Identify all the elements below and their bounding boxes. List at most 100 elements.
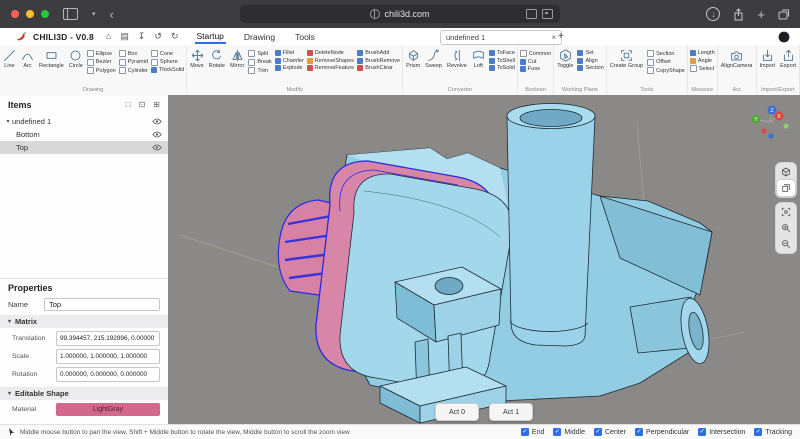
ribbon-button-cut[interactable]: Cut — [520, 59, 551, 65]
maximize-window-button[interactable] — [41, 10, 49, 18]
name-input[interactable] — [44, 298, 160, 311]
ribbon-button-offset[interactable]: Offset — [647, 59, 685, 66]
ribbon-button-fillet[interactable]: Fillet — [275, 50, 304, 56]
duplicate-icon[interactable]: ⊡ — [139, 101, 146, 109]
fit-view-icon[interactable] — [777, 204, 795, 220]
ribbon-button-brushadd[interactable]: BrushAdd — [357, 50, 400, 56]
matrix-section-header[interactable]: ▾ Matrix — [0, 315, 168, 328]
ribbon-button-section[interactable]: Section — [647, 50, 685, 57]
expand-icon[interactable]: ⊞ — [153, 101, 160, 109]
back-button[interactable]: ‹ — [110, 8, 114, 21]
ribbon-button-import[interactable]: Import — [759, 47, 777, 69]
viewport-3d[interactable]: ZXY — [168, 95, 800, 424]
shaded-icon[interactable] — [777, 180, 795, 196]
ribbon-button-trim[interactable]: Trim — [248, 67, 271, 74]
ribbon-button-chamfer[interactable]: Chamfer — [275, 58, 304, 64]
ribbon-button-sweep[interactable]: Sweep — [424, 47, 443, 69]
save-icon[interactable]: ↧ — [138, 32, 146, 41]
checkbox-icon[interactable]: ✓ — [553, 428, 561, 436]
wireframe-icon[interactable] — [777, 164, 795, 180]
translation-value[interactable]: 99.394457, 215.192896, 0.00000 — [56, 331, 160, 346]
cast-icon[interactable] — [542, 9, 553, 19]
ribbon-button-cylinder[interactable]: Cylinder — [119, 67, 148, 74]
checkbox-icon[interactable]: ✓ — [635, 428, 643, 436]
ribbon-button-common[interactable]: Common — [520, 50, 551, 57]
tab-startup[interactable]: Startup — [195, 29, 226, 44]
act-1-button[interactable]: Act 1 — [489, 403, 533, 421]
ribbon-button-thicksolid[interactable]: ThickSolid — [151, 67, 184, 73]
material-button[interactable]: LightGray — [56, 403, 160, 416]
checkbox-icon[interactable]: ✓ — [754, 428, 762, 436]
ribbon-button-move[interactable]: Move — [189, 47, 204, 69]
ribbon-button-pyramid[interactable]: Pyramid — [119, 59, 148, 66]
sidebar-toggle-icon[interactable] — [63, 8, 78, 20]
zoom-in-icon[interactable] — [777, 220, 795, 236]
snap-checkbox-tracking[interactable]: ✓Tracking — [754, 428, 792, 436]
new-tab-icon[interactable]: + — [757, 8, 765, 21]
ribbon-button-ellipse[interactable]: Ellipse — [87, 50, 116, 57]
ribbon-button-length[interactable]: Length — [690, 50, 715, 56]
open-file-icon[interactable]: ▤ — [120, 32, 129, 41]
tree-item-bottom[interactable]: Bottom — [0, 128, 168, 141]
minimize-window-button[interactable] — [26, 10, 34, 18]
ribbon-button-sphere[interactable]: Sphere — [151, 59, 184, 66]
ribbon-button-create-group[interactable]: Create Group — [609, 47, 644, 69]
tab-overview-icon[interactable] — [778, 9, 790, 20]
chevron-down-icon[interactable]: ▾ — [92, 11, 96, 18]
snap-checkbox-middle[interactable]: ✓Middle — [553, 428, 585, 436]
ribbon-button-arc[interactable]: Arc — [20, 47, 35, 69]
editable-shape-section-header[interactable]: ▾ Editable Shape — [0, 387, 168, 400]
undo-icon[interactable]: ↺ — [154, 32, 162, 41]
scale-value[interactable]: 1.000000, 1.000000, 1.000000 — [56, 349, 160, 364]
ribbon-button-toshell[interactable]: ToShell — [489, 58, 515, 64]
ribbon-button-line[interactable]: Line — [2, 47, 17, 69]
act-0-button[interactable]: Act 0 — [435, 403, 479, 421]
ribbon-button-fuse[interactable]: Fuse — [520, 66, 551, 72]
ribbon-button-polygon[interactable]: Polygon — [87, 67, 116, 74]
ribbon-button-brushclear[interactable]: BrushClear — [357, 65, 400, 71]
image-icon[interactable]: □ — [126, 101, 131, 109]
checkbox-icon[interactable]: ✓ — [698, 428, 706, 436]
ribbon-button-cone[interactable]: Cone — [151, 50, 184, 57]
ribbon-button-toggle[interactable]: Toggle — [556, 47, 574, 69]
navigation-gizmo[interactable]: ZXY — [748, 103, 798, 149]
tab-drawing[interactable]: Drawing — [242, 30, 277, 43]
site-info-icon[interactable] — [370, 9, 380, 19]
ribbon-button-rectangle[interactable]: Rectangle — [38, 47, 65, 69]
visibility-eye-icon[interactable] — [152, 118, 162, 125]
checkbox-icon[interactable]: ✓ — [594, 428, 602, 436]
new-document-button[interactable]: + — [558, 31, 564, 42]
ribbon-button-set[interactable]: Set — [577, 50, 603, 56]
ribbon-button-bezier[interactable]: Bezier — [87, 59, 116, 66]
home-icon[interactable]: ⌂ — [106, 32, 111, 41]
downloads-icon[interactable]: ↓ — [706, 7, 720, 21]
rotation-value[interactable]: 0.000000, 0.000000, 0.000000 — [56, 367, 160, 382]
checkbox-icon[interactable]: ✓ — [521, 428, 529, 436]
ribbon-button-select[interactable]: Select — [690, 65, 715, 72]
snap-checkbox-intersection[interactable]: ✓Intersection — [698, 428, 745, 436]
ribbon-button-box[interactable]: Box — [119, 50, 148, 57]
close-document-icon[interactable]: × — [551, 33, 556, 42]
ribbon-button-deletenode[interactable]: DeleteNode — [307, 50, 354, 56]
ribbon-button-aligncamera[interactable]: AlignCamera — [720, 47, 754, 69]
visibility-eye-icon[interactable] — [152, 144, 162, 151]
ribbon-button-export[interactable]: Export — [779, 47, 797, 69]
pump-model[interactable] — [168, 95, 800, 424]
visibility-eye-icon[interactable] — [152, 131, 162, 138]
ribbon-button-align[interactable]: Align — [577, 58, 603, 64]
tab-tools[interactable]: Tools — [293, 30, 317, 43]
close-window-button[interactable] — [11, 10, 19, 18]
snap-checkbox-perpendicular[interactable]: ✓Perpendicular — [635, 428, 689, 436]
chevron-down-icon[interactable]: ▾ — [4, 118, 12, 125]
document-tab[interactable]: undefined 1 × — [440, 30, 562, 45]
tree-item-top[interactable]: Top — [0, 141, 168, 154]
reader-mode-icon[interactable] — [526, 9, 537, 19]
github-icon[interactable] — [778, 31, 790, 43]
address-bar[interactable]: chili3d.com — [240, 5, 560, 23]
snap-checkbox-end[interactable]: ✓End — [521, 428, 544, 436]
tree-item-undefined-1[interactable]: ▾undefined 1 — [0, 115, 168, 128]
ribbon-button-toface[interactable]: ToFace — [489, 50, 515, 56]
ribbon-button-section[interactable]: Section — [577, 65, 603, 71]
zoom-out-icon[interactable] — [777, 236, 795, 252]
ribbon-button-revolve[interactable]: Revolve — [446, 47, 468, 69]
